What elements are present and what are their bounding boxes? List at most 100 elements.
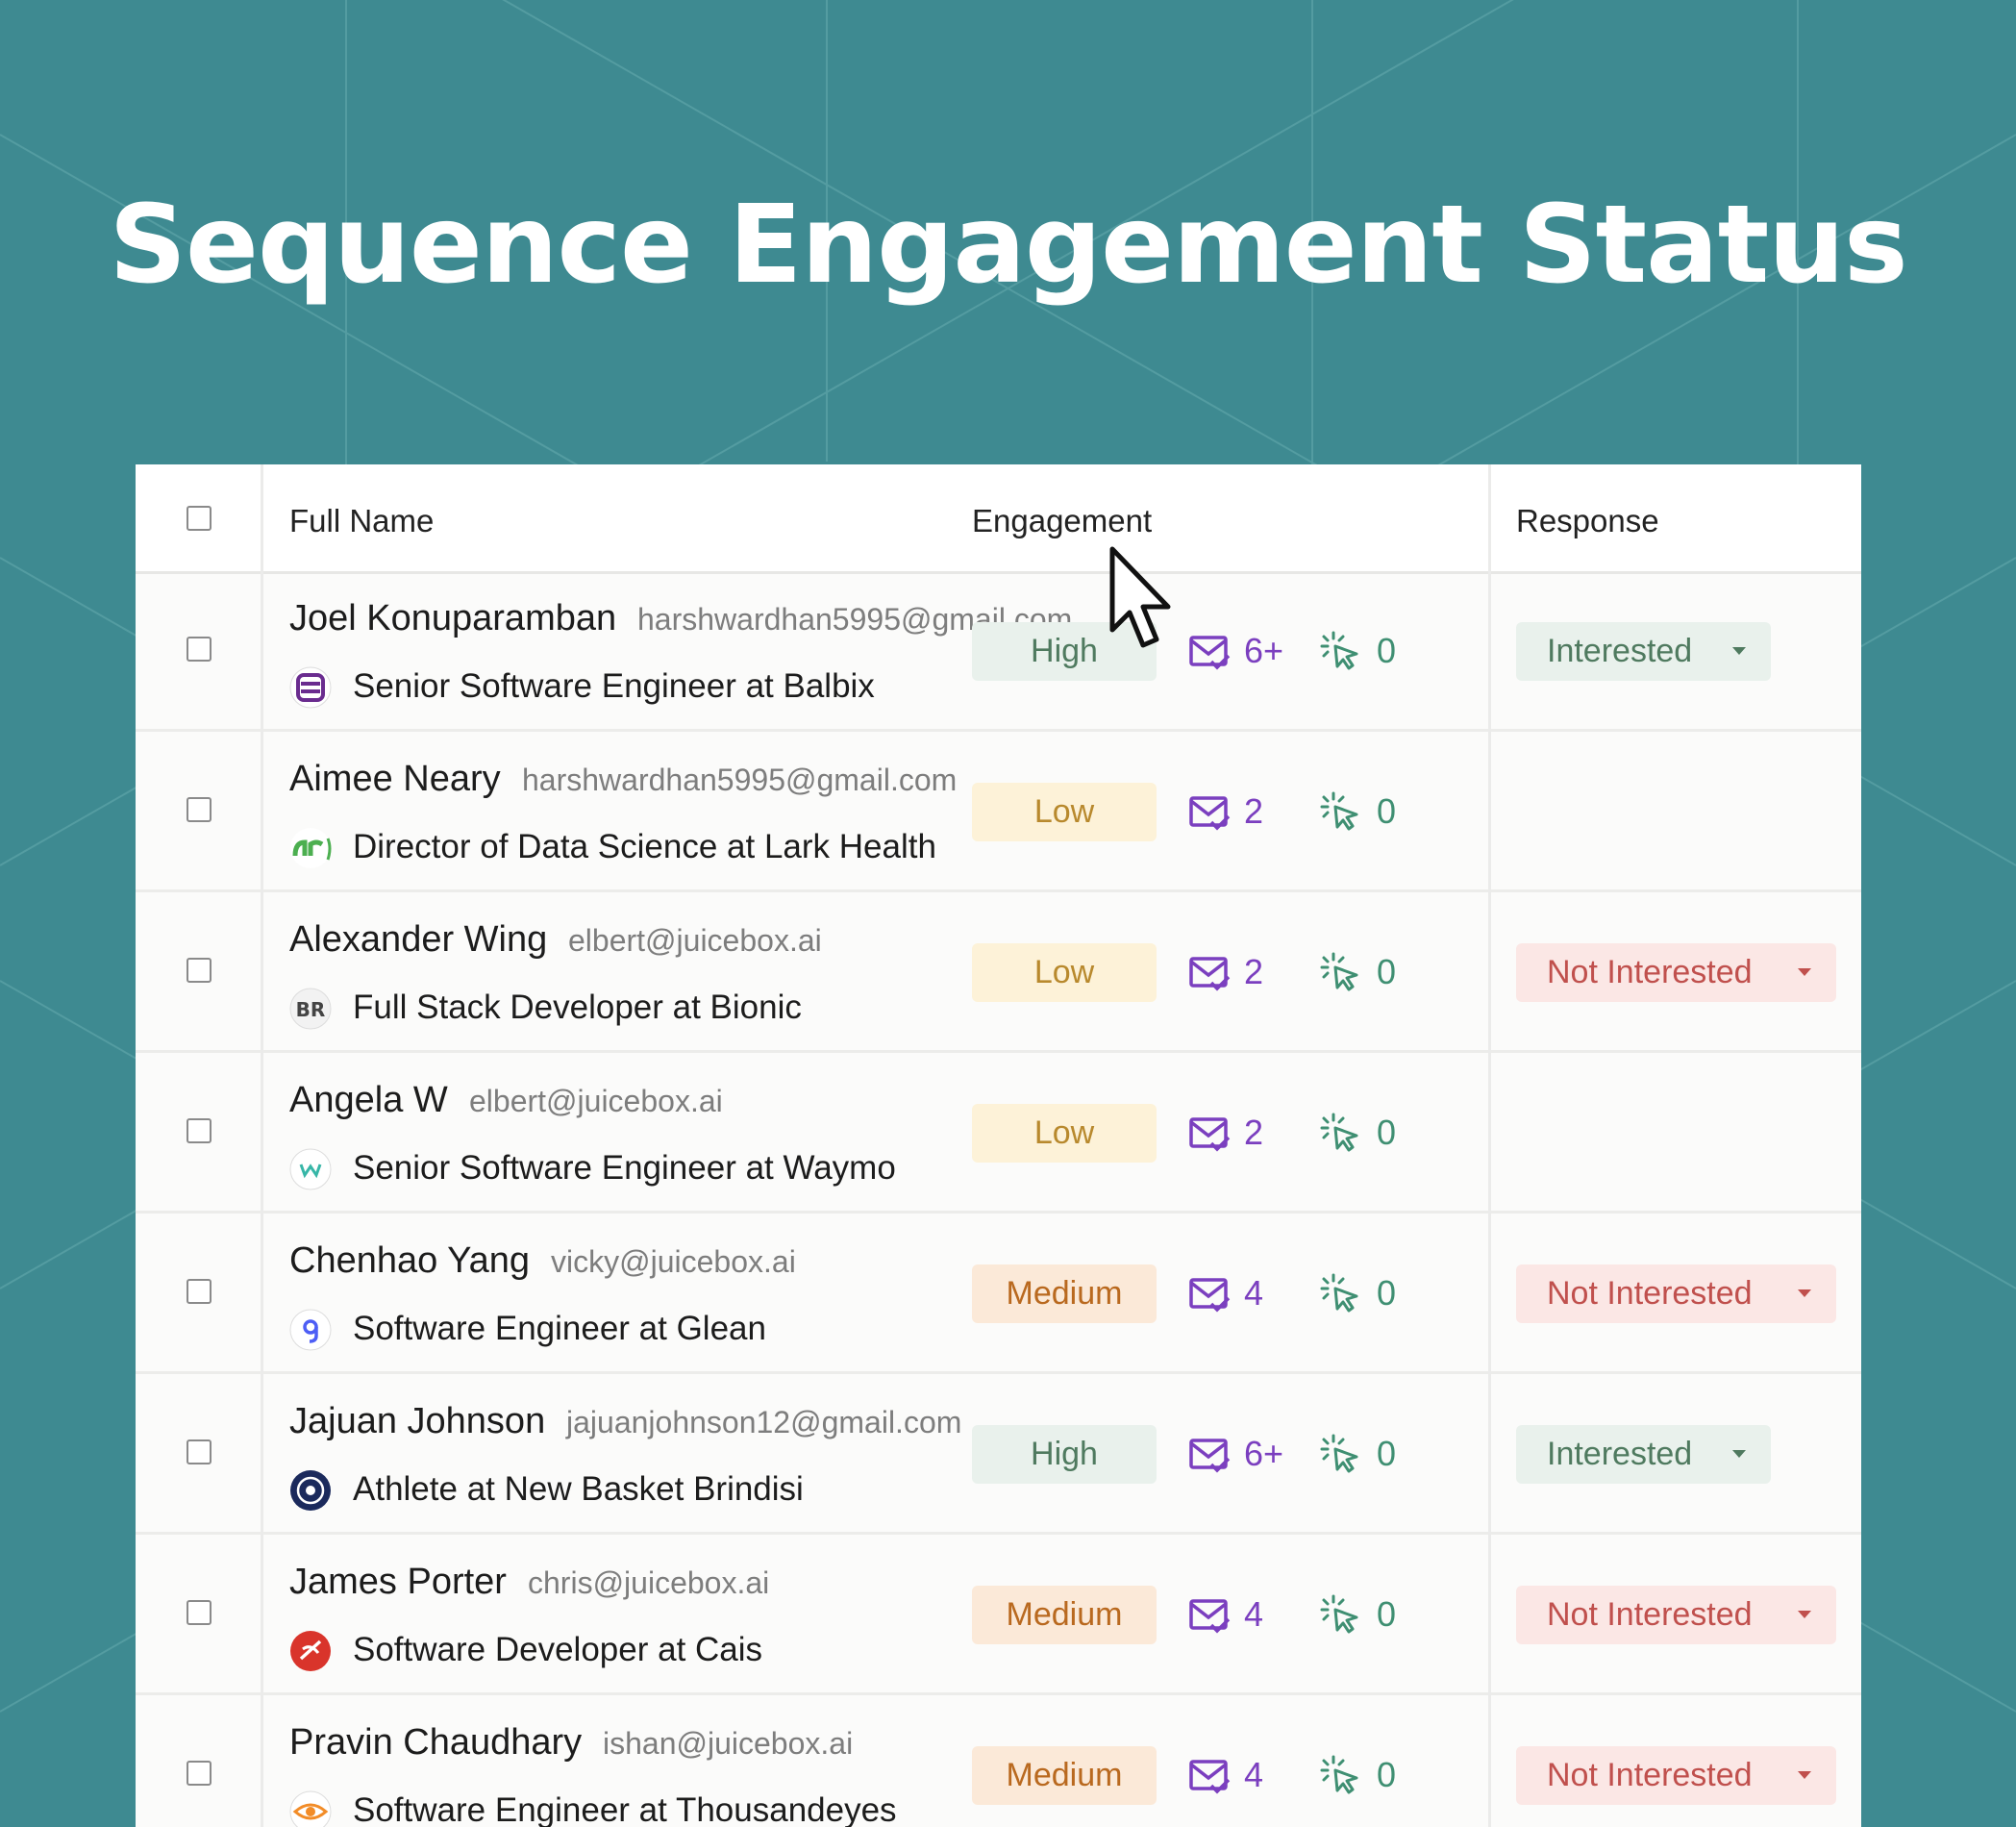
caret-down-icon xyxy=(1798,968,1811,976)
clicks-count: 0 xyxy=(1377,1434,1397,1473)
row-checkbox[interactable] xyxy=(187,958,212,983)
clicks-count: 0 xyxy=(1377,1273,1397,1313)
response-dropdown[interactable]: Not Interested xyxy=(1516,1746,1836,1805)
click-icon xyxy=(1320,952,1360,992)
click-icon xyxy=(1320,1434,1360,1474)
thousandeyes-logo xyxy=(289,1790,332,1827)
contact-name[interactable]: Jajuan Johnson xyxy=(289,1401,545,1442)
emails-sent-count: 4 xyxy=(1244,1594,1264,1634)
balbix-logo xyxy=(289,666,332,709)
contact-email[interactable]: chris@juicebox.ai xyxy=(528,1565,769,1601)
response-dropdown[interactable]: Not Interested xyxy=(1516,1264,1836,1323)
table-row[interactable]: Chenhao Yang vicky@juicebox.ai Software En… xyxy=(136,1214,1861,1374)
clicks-count: 0 xyxy=(1377,952,1397,991)
brindisi-logo xyxy=(289,1469,332,1512)
contact-name[interactable]: Pravin Chaudhary xyxy=(289,1722,582,1764)
contact-name[interactable]: Joel Konuparamban xyxy=(289,598,616,639)
contact-name[interactable]: Alexander Wing xyxy=(289,919,547,961)
emails-sent-count: 6+ xyxy=(1244,1434,1284,1473)
contacts-table: Full Name Engagement Response Joel Konup… xyxy=(136,464,1861,1827)
row-checkbox[interactable] xyxy=(187,1439,212,1464)
clicks-count: 0 xyxy=(1377,1113,1397,1152)
caret-down-icon xyxy=(1798,1611,1811,1618)
click-icon xyxy=(1320,791,1360,832)
engagement-badge: Low xyxy=(972,1104,1157,1163)
response-label: Not Interested xyxy=(1547,1275,1753,1312)
caret-down-icon xyxy=(1732,1450,1746,1458)
waymo-logo xyxy=(289,1148,332,1190)
engagement-badge: High xyxy=(972,1425,1157,1484)
emails-sent-count: 2 xyxy=(1244,952,1264,991)
contact-email[interactable]: harshwardhan5995@gmail.com xyxy=(522,763,957,798)
name-cell: Joel Konuparamban harshwardhan5995@gmail.… xyxy=(289,571,1089,667)
name-cell: Alexander Wing elbert@juicebox.ai xyxy=(289,892,1089,989)
table-row[interactable]: Joel Konuparamban harshwardhan5995@gmail.… xyxy=(136,571,1861,732)
page-title: Sequence Engagement Status xyxy=(109,183,1907,308)
click-icon xyxy=(1320,1273,1360,1314)
clicks-count: 0 xyxy=(1377,1594,1397,1634)
response-dropdown[interactable]: Interested xyxy=(1516,622,1771,681)
header-full-name[interactable]: Full Name xyxy=(289,503,434,539)
contact-name[interactable]: Chenhao Yang xyxy=(289,1240,530,1282)
table-row[interactable]: Jajuan Johnson jajuanjohnson12@gmail.com A… xyxy=(136,1374,1861,1535)
select-all-checkbox[interactable] xyxy=(187,506,212,531)
caret-down-icon xyxy=(1732,647,1746,655)
response-dropdown[interactable]: Not Interested xyxy=(1516,943,1836,1002)
email-sent-icon xyxy=(1188,793,1231,832)
contact-email[interactable]: elbert@juicebox.ai xyxy=(469,1084,723,1119)
cais-logo xyxy=(289,1630,332,1672)
response-dropdown[interactable]: Not Interested xyxy=(1516,1586,1836,1644)
contact-name[interactable]: James Porter xyxy=(289,1562,507,1603)
contact-name[interactable]: Aimee Neary xyxy=(289,759,501,800)
table-row[interactable]: Angela Welbert@juicebox.ai Senior Softwar… xyxy=(136,1053,1861,1214)
row-checkbox[interactable] xyxy=(187,797,212,822)
response-label: Interested xyxy=(1547,633,1693,669)
clicks-count: 0 xyxy=(1377,631,1397,670)
row-checkbox[interactable] xyxy=(187,1761,212,1786)
email-sent-icon xyxy=(1188,1436,1231,1474)
contact-email[interactable]: vicky@juicebox.ai xyxy=(551,1244,796,1280)
lark-logo xyxy=(289,827,332,869)
table-row[interactable]: Alexander Wing elbert@juicebox.ai BR Full S… xyxy=(136,892,1861,1053)
row-checkbox[interactable] xyxy=(187,1279,212,1304)
click-icon xyxy=(1320,1755,1360,1795)
response-label: Not Interested xyxy=(1547,954,1753,990)
contact-email[interactable]: jajuanjohnson12@gmail.com xyxy=(566,1405,961,1440)
header-response[interactable]: Response xyxy=(1516,503,1659,539)
engagement-badge: Low xyxy=(972,943,1157,1002)
emails-sent-count: 4 xyxy=(1244,1755,1264,1794)
contact-email[interactable]: elbert@juicebox.ai xyxy=(568,923,822,959)
caret-down-icon xyxy=(1798,1289,1811,1297)
row-checkbox[interactable] xyxy=(187,1600,212,1625)
column-divider xyxy=(1488,464,1491,1827)
response-label: Interested xyxy=(1547,1436,1693,1472)
emails-sent-count: 2 xyxy=(1244,1113,1264,1152)
click-icon xyxy=(1320,1594,1360,1635)
clicks-count: 0 xyxy=(1377,1755,1397,1794)
header-engagement[interactable]: Engagement xyxy=(972,503,1152,539)
mouse-cursor-icon xyxy=(1109,546,1171,648)
engagement-badge: Medium xyxy=(972,1264,1157,1323)
email-sent-icon xyxy=(1188,1757,1231,1795)
row-checkbox[interactable] xyxy=(187,1118,212,1143)
row-checkbox[interactable] xyxy=(187,637,212,662)
contact-email[interactable]: ishan@juicebox.ai xyxy=(603,1726,853,1762)
caret-down-icon xyxy=(1798,1771,1811,1779)
response-dropdown[interactable]: Interested xyxy=(1516,1425,1771,1484)
name-cell: James Porter chris@juicebox.ai xyxy=(289,1535,1089,1631)
contact-name[interactable]: Angela W xyxy=(289,1080,448,1121)
engagement-badge: Medium xyxy=(972,1586,1157,1644)
response-label: Not Interested xyxy=(1547,1596,1753,1633)
table-row[interactable]: Aimee Neary harshwardhan5995@gmail.com Dir… xyxy=(136,732,1861,892)
name-cell: Jajuan Johnson jajuanjohnson12@gmail.com xyxy=(289,1374,1089,1470)
click-icon xyxy=(1320,631,1360,671)
email-sent-icon xyxy=(1188,1114,1231,1153)
engagement-badge: Medium xyxy=(972,1746,1157,1805)
table-row[interactable]: James Porter chris@juicebox.ai Software De… xyxy=(136,1535,1861,1695)
email-sent-icon xyxy=(1188,633,1231,671)
response-label: Not Interested xyxy=(1547,1757,1753,1793)
table-row[interactable]: Pravin Chaudhary ishan@juicebox.ai Softwar… xyxy=(136,1695,1861,1827)
name-cell: Pravin Chaudhary ishan@juicebox.ai xyxy=(289,1695,1089,1791)
click-icon xyxy=(1320,1113,1360,1153)
emails-sent-count: 4 xyxy=(1244,1273,1264,1313)
